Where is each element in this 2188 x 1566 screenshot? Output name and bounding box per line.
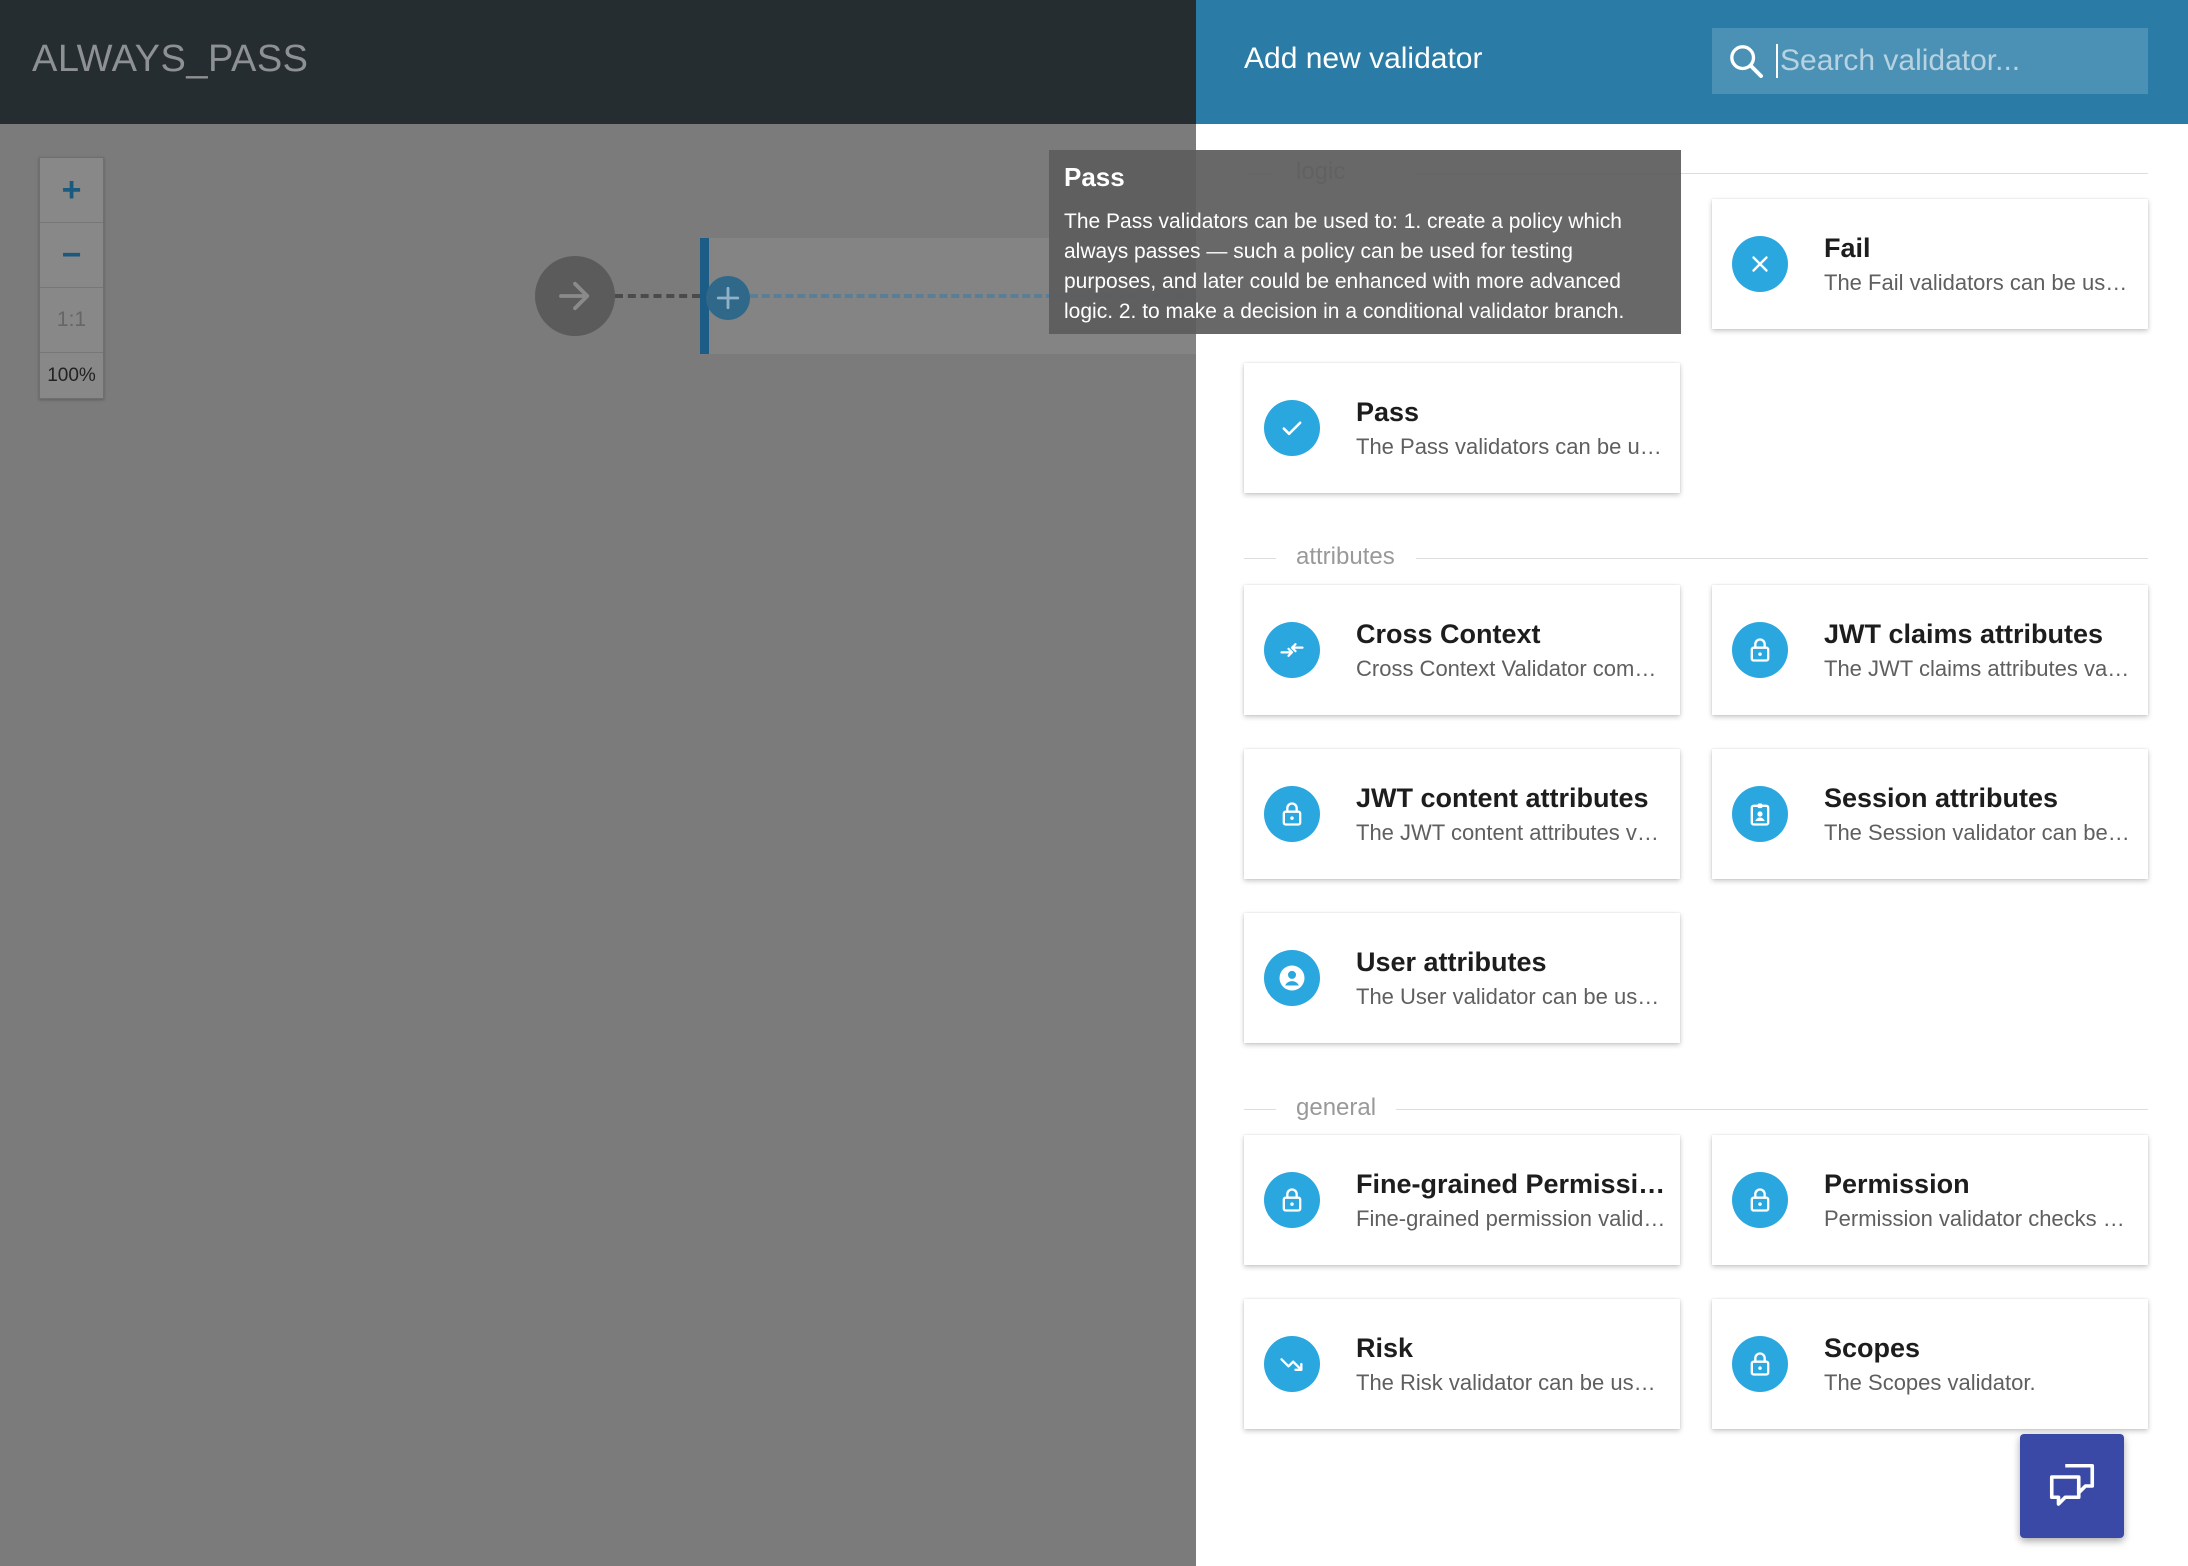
section-general-label: general [1296, 1094, 1397, 1122]
check-icon [1264, 400, 1320, 456]
card-description: The Pass validators can be used to creat… [1356, 433, 1666, 459]
chat-button[interactable] [2020, 1434, 2124, 1538]
zoom-in-button[interactable]: + [40, 158, 103, 223]
card-description: Permission validator checks permissions. [1824, 1205, 2134, 1231]
editor-header: ALWAYS_PASS [0, 0, 1196, 124]
card-description: The User validator can be used to check … [1356, 983, 1666, 1009]
card-title: Risk [1356, 1332, 1414, 1363]
start-node[interactable] [535, 256, 615, 336]
trending-down-icon [1264, 1336, 1320, 1392]
card-title: JWT claims attributes [1824, 618, 2104, 649]
card-title: Fail [1824, 232, 1871, 263]
badge-icon [1732, 786, 1788, 842]
validator-card-scopes[interactable]: Scopes The Scopes validator. [1712, 1299, 2148, 1429]
zoom-controls: + − 1:1 100% [39, 157, 104, 399]
plus-icon [716, 286, 740, 310]
section-general: general [1196, 1094, 2188, 1124]
card-title: Permission [1824, 1168, 1970, 1199]
lock-icon [1264, 786, 1320, 842]
card-description: Cross Context Validator compares values … [1356, 655, 1666, 681]
lock-icon [1732, 622, 1788, 678]
zoom-out-button[interactable]: − [40, 223, 103, 288]
card-description: The Session validator can be used to che… [1824, 819, 2134, 845]
validator-card-pass[interactable]: Pass The Pass validators can be used to … [1244, 363, 1680, 493]
tooltip-title: Pass [1064, 162, 1125, 192]
policy-title: ALWAYS_PASS [32, 38, 309, 80]
validator-card-session[interactable]: Session attributes The Session validator… [1712, 749, 2148, 879]
compare-arrows-icon [1264, 622, 1320, 678]
validator-card-cross-context[interactable]: Cross Context Cross Context Validator co… [1244, 585, 1680, 715]
search-input[interactable] [1776, 44, 2136, 78]
validator-tooltip: Pass The Pass validators can be used to:… [1049, 150, 1681, 334]
section-attributes-label: attributes [1296, 543, 1415, 571]
search-box[interactable] [1712, 28, 2148, 94]
validator-card-jwt-claims[interactable]: JWT claims attributes The JWT claims att… [1712, 585, 2148, 715]
card-title: Scopes [1824, 1332, 1921, 1363]
lock-icon [1264, 1172, 1320, 1228]
card-title: Session attributes [1824, 782, 2059, 813]
tooltip-body: The Pass validators can be used to: 1. c… [1064, 210, 1625, 323]
user-circle-icon [1264, 950, 1320, 1006]
card-description: Fine-grained permission validator checks… [1356, 1205, 1666, 1231]
close-icon [1732, 236, 1788, 292]
flow-connector [615, 294, 700, 298]
chat-icon [2049, 1463, 2095, 1506]
lock-icon [1732, 1172, 1788, 1228]
validator-card-fail[interactable]: Fail The Fail validators can be used to … [1712, 199, 2148, 329]
card-description: The Risk validator can be used to evalua… [1356, 1369, 1666, 1395]
panel-header: Add new validator [1196, 0, 2188, 124]
validator-card-fine-grained-permission[interactable]: Fine-grained Permission Fine-grained per… [1244, 1135, 1680, 1265]
section-attributes: attributes [1196, 543, 2188, 573]
lock-icon [1732, 1336, 1788, 1392]
card-title: User attributes [1356, 946, 1547, 977]
card-title: Cross Context [1356, 618, 1541, 649]
add-validator-node[interactable] [706, 276, 750, 320]
validator-card-jwt-content[interactable]: JWT content attributes The JWT content a… [1244, 749, 1680, 879]
zoom-level: 100% [47, 364, 96, 386]
validator-card-risk[interactable]: Risk The Risk validator can be used to e… [1244, 1299, 1680, 1429]
card-description: The Fail validators can be used to make … [1824, 269, 2134, 295]
card-title: Pass [1356, 396, 1420, 427]
validator-card-user[interactable]: User attributes The User validator can b… [1244, 913, 1680, 1043]
search-icon [1726, 41, 1766, 81]
validator-card-permission[interactable]: Permission Permission validator checks p… [1712, 1135, 2148, 1265]
card-title: JWT content attributes [1356, 782, 1649, 813]
card-description: The JWT claims attributes validator can … [1824, 655, 2134, 681]
zoom-reset-button[interactable]: 1:1 [40, 288, 103, 353]
arrow-right-icon [559, 281, 590, 311]
panel-title: Add new validator [1244, 42, 1483, 75]
card-description: The JWT content attributes validator can… [1356, 819, 1666, 845]
card-description: The Scopes validator. [1824, 1369, 2036, 1395]
card-title: Fine-grained Permission [1356, 1168, 1666, 1199]
